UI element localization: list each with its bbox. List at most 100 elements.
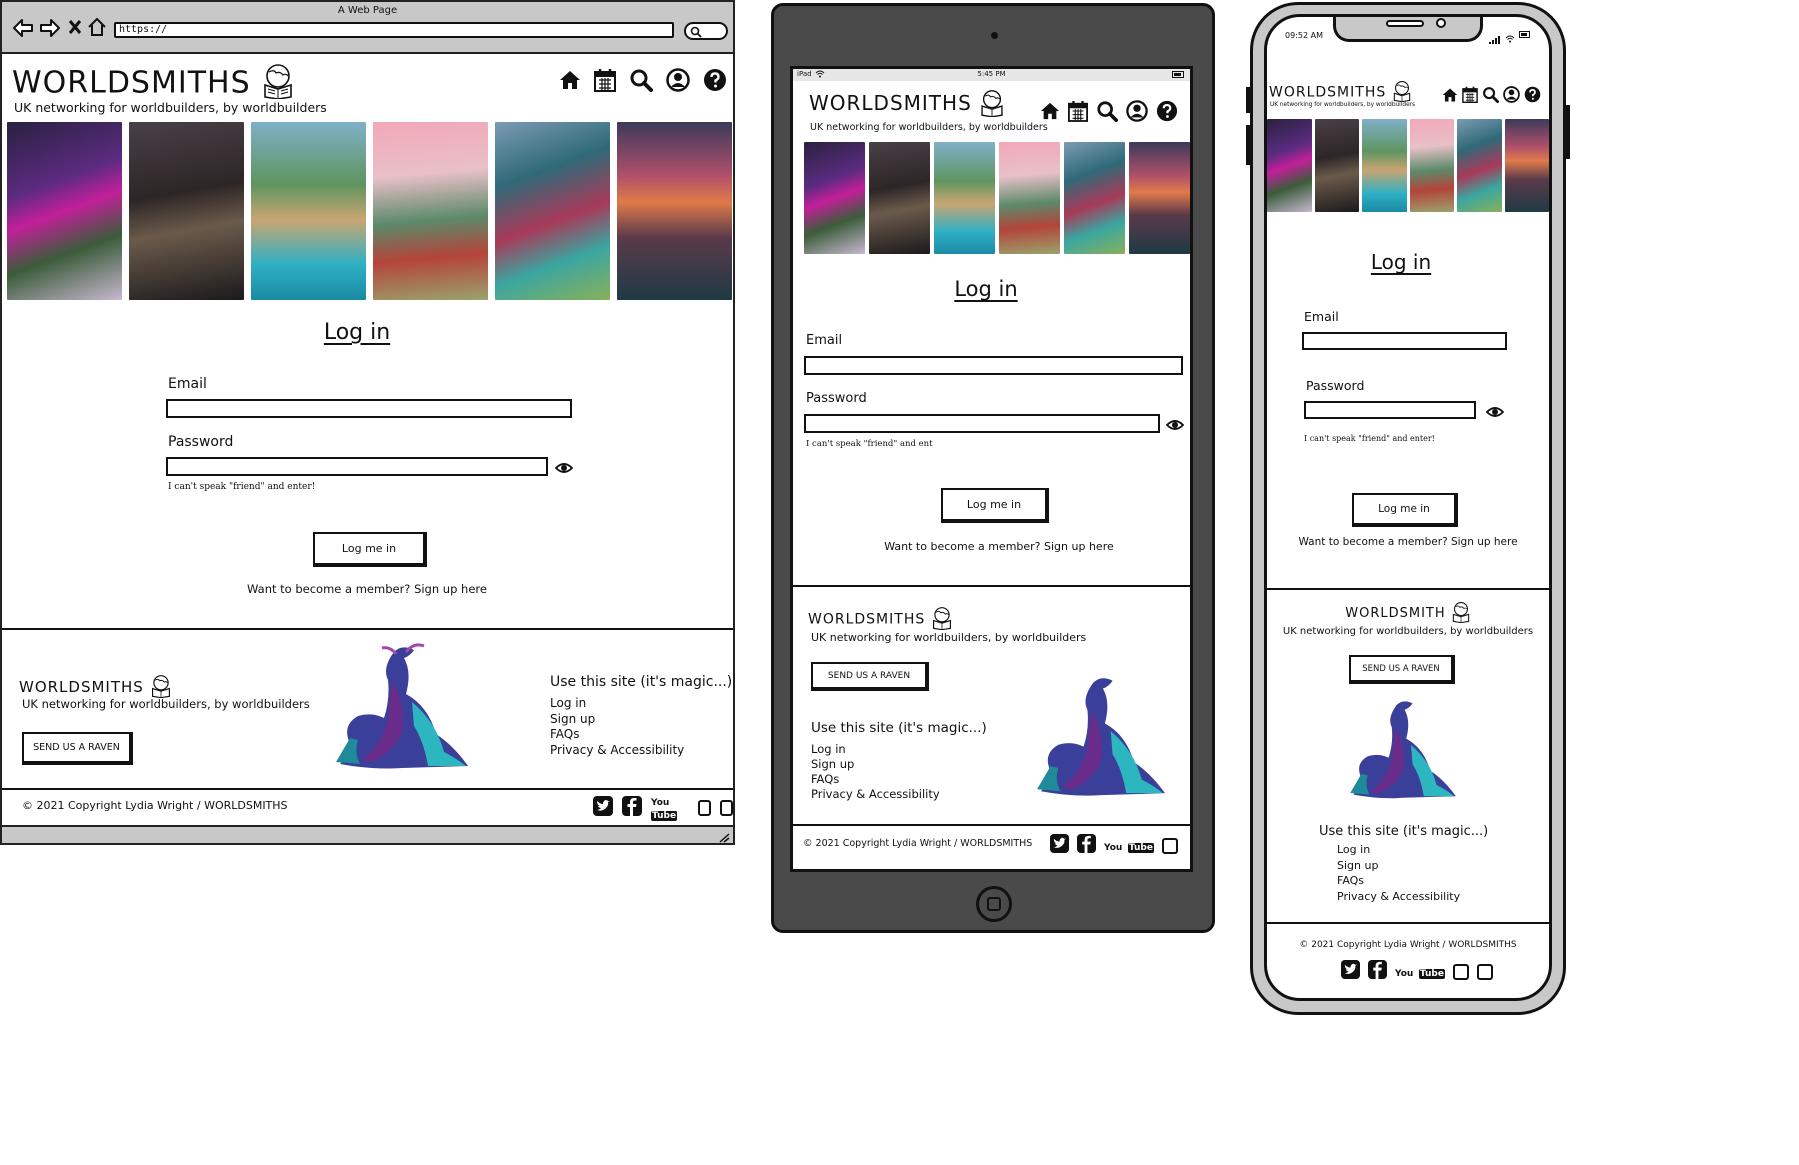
logo-text: WORLDSMITHS bbox=[12, 65, 251, 101]
password-input[interactable] bbox=[1304, 401, 1476, 419]
search-icon[interactable] bbox=[1096, 100, 1118, 122]
wifi-icon bbox=[1505, 30, 1515, 48]
email-label: Email bbox=[168, 376, 207, 392]
show-password-eye-icon[interactable] bbox=[1165, 418, 1185, 436]
email-input[interactable] bbox=[166, 399, 572, 418]
send-raven-button[interactable]: SEND US A RAVEN bbox=[1349, 655, 1455, 684]
home-icon[interactable] bbox=[559, 69, 581, 91]
browser-chrome: A Web Page https:// bbox=[2, 2, 733, 54]
login-submit-button[interactable]: Log me in bbox=[1352, 493, 1458, 527]
footer-link-signup[interactable]: Sign up bbox=[550, 712, 684, 728]
phone-side-button bbox=[1246, 87, 1250, 113]
password-hint: I can't speak "friend" and enter! bbox=[1304, 434, 1435, 443]
site-logo[interactable]: WORLDSMITHS bbox=[12, 63, 295, 105]
home-outline-icon[interactable] bbox=[87, 17, 107, 42]
social-placeholder-icon[interactable] bbox=[1161, 838, 1178, 854]
home-icon[interactable] bbox=[1442, 87, 1458, 103]
footer-link-privacy[interactable]: Privacy & Accessibility bbox=[1337, 889, 1460, 905]
show-password-eye-icon[interactable] bbox=[554, 461, 574, 479]
gallery-image-adventurers bbox=[1409, 119, 1454, 212]
calendar-icon[interactable] bbox=[1462, 86, 1478, 103]
gallery-image-dragon bbox=[1064, 142, 1125, 254]
password-input[interactable] bbox=[804, 414, 1160, 433]
signup-prompt[interactable]: Want to become a member? Sign up here bbox=[2, 582, 732, 596]
send-raven-button[interactable]: SEND US A RAVEN bbox=[22, 732, 133, 765]
gallery-image-sunset-tower bbox=[617, 122, 732, 300]
back-arrow-icon[interactable] bbox=[12, 18, 34, 43]
facebook-icon[interactable] bbox=[1077, 834, 1096, 858]
show-password-eye-icon[interactable] bbox=[1485, 405, 1505, 423]
account-icon[interactable] bbox=[666, 68, 690, 92]
footer-link-signup[interactable]: Sign up bbox=[811, 757, 940, 772]
social-placeholder-icon[interactable] bbox=[719, 800, 733, 816]
social-placeholder-icon[interactable] bbox=[697, 800, 711, 816]
globe-book-icon bbox=[261, 63, 295, 105]
footer-link-login[interactable]: Log in bbox=[550, 696, 684, 712]
search-icon[interactable] bbox=[629, 68, 653, 92]
address-bar[interactable]: https:// bbox=[114, 22, 674, 38]
social-placeholder-icon[interactable] bbox=[1476, 964, 1493, 980]
gallery-image-warrior bbox=[1314, 119, 1359, 212]
youtube-icon[interactable]: You Tube bbox=[651, 795, 689, 821]
password-hint: I can't speak "friend" and enter! bbox=[168, 482, 316, 492]
close-icon[interactable] bbox=[68, 19, 82, 40]
help-icon[interactable] bbox=[703, 68, 727, 92]
footer-link-privacy[interactable]: Privacy & Accessibility bbox=[550, 743, 684, 759]
calendar-icon[interactable] bbox=[1068, 100, 1088, 122]
battery-icon bbox=[1172, 71, 1184, 78]
copyright-divider bbox=[1267, 922, 1549, 924]
globe-book-icon bbox=[931, 606, 953, 633]
resize-handle-icon[interactable] bbox=[718, 830, 730, 848]
signup-prompt[interactable]: Want to become a member? Sign up here bbox=[793, 540, 1190, 553]
twitter-icon[interactable] bbox=[1341, 960, 1360, 984]
youtube-icon[interactable]: You Tube bbox=[1104, 840, 1154, 853]
password-input[interactable] bbox=[166, 457, 548, 476]
email-label: Email bbox=[1304, 309, 1339, 324]
search-icon[interactable] bbox=[1482, 86, 1499, 103]
footer-links-heading: Use this site (it's magic...) bbox=[1319, 824, 1489, 839]
login-heading: Log in bbox=[1370, 250, 1432, 274]
footer-link-faqs[interactable]: FAQs bbox=[550, 727, 684, 743]
footer-link-faqs[interactable]: FAQs bbox=[811, 772, 940, 787]
login-submit-button[interactable]: Log me in bbox=[941, 488, 1049, 523]
footer-link-login[interactable]: Log in bbox=[811, 742, 940, 757]
facebook-icon[interactable] bbox=[622, 795, 642, 821]
gallery-image-adventurers bbox=[999, 142, 1060, 254]
email-input[interactable] bbox=[1302, 332, 1507, 350]
forward-arrow-icon[interactable] bbox=[39, 18, 61, 43]
send-raven-button[interactable]: SEND US A RAVEN bbox=[811, 662, 929, 691]
site-logo[interactable]: WORLDSMITHS bbox=[809, 89, 1005, 120]
account-icon[interactable] bbox=[1126, 100, 1148, 122]
gallery-image-sunset-tower bbox=[1504, 119, 1549, 212]
signup-prompt[interactable]: Want to become a member? Sign up here bbox=[1267, 536, 1549, 548]
email-input[interactable] bbox=[804, 356, 1183, 375]
gallery-image-coast-city bbox=[251, 122, 366, 300]
footer-link-privacy[interactable]: Privacy & Accessibility bbox=[811, 787, 940, 802]
facebook-icon[interactable] bbox=[1368, 960, 1387, 984]
youtube-icon[interactable]: You Tube bbox=[1395, 966, 1445, 979]
help-icon[interactable] bbox=[1156, 100, 1178, 122]
tablet-viewport: iPad 5:45 PM WORLDSMITHS UK networking f… bbox=[793, 69, 1190, 869]
tablet-camera bbox=[991, 32, 998, 39]
login-submit-button[interactable]: Log me in bbox=[313, 532, 427, 567]
footer-link-faqs[interactable]: FAQs bbox=[1337, 873, 1460, 889]
login-heading: Log in bbox=[954, 277, 1018, 301]
desktop-browser-window: A Web Page https:// WORLDSMITHS UK netwo… bbox=[0, 0, 735, 845]
site-tagline: UK networking for worldbuilders, by worl… bbox=[1270, 102, 1416, 108]
twitter-icon[interactable] bbox=[1050, 834, 1069, 858]
footer-divider bbox=[793, 585, 1190, 587]
tablet-home-button[interactable] bbox=[976, 886, 1012, 922]
footer-link-login[interactable]: Log in bbox=[1337, 842, 1460, 858]
phone-speaker bbox=[1386, 20, 1424, 27]
gallery-image-dragon bbox=[1457, 119, 1502, 212]
browser-search-box[interactable] bbox=[684, 22, 728, 40]
social-placeholder-icon[interactable] bbox=[1452, 964, 1469, 980]
help-icon[interactable] bbox=[1524, 86, 1541, 103]
home-icon[interactable] bbox=[1040, 101, 1060, 121]
twitter-icon[interactable] bbox=[593, 795, 613, 821]
footer-link-signup[interactable]: Sign up bbox=[1337, 858, 1460, 874]
login-heading: Log in bbox=[323, 320, 391, 345]
calendar-icon[interactable] bbox=[594, 68, 616, 92]
gallery-image-warrior bbox=[129, 122, 244, 300]
account-icon[interactable] bbox=[1503, 86, 1520, 103]
